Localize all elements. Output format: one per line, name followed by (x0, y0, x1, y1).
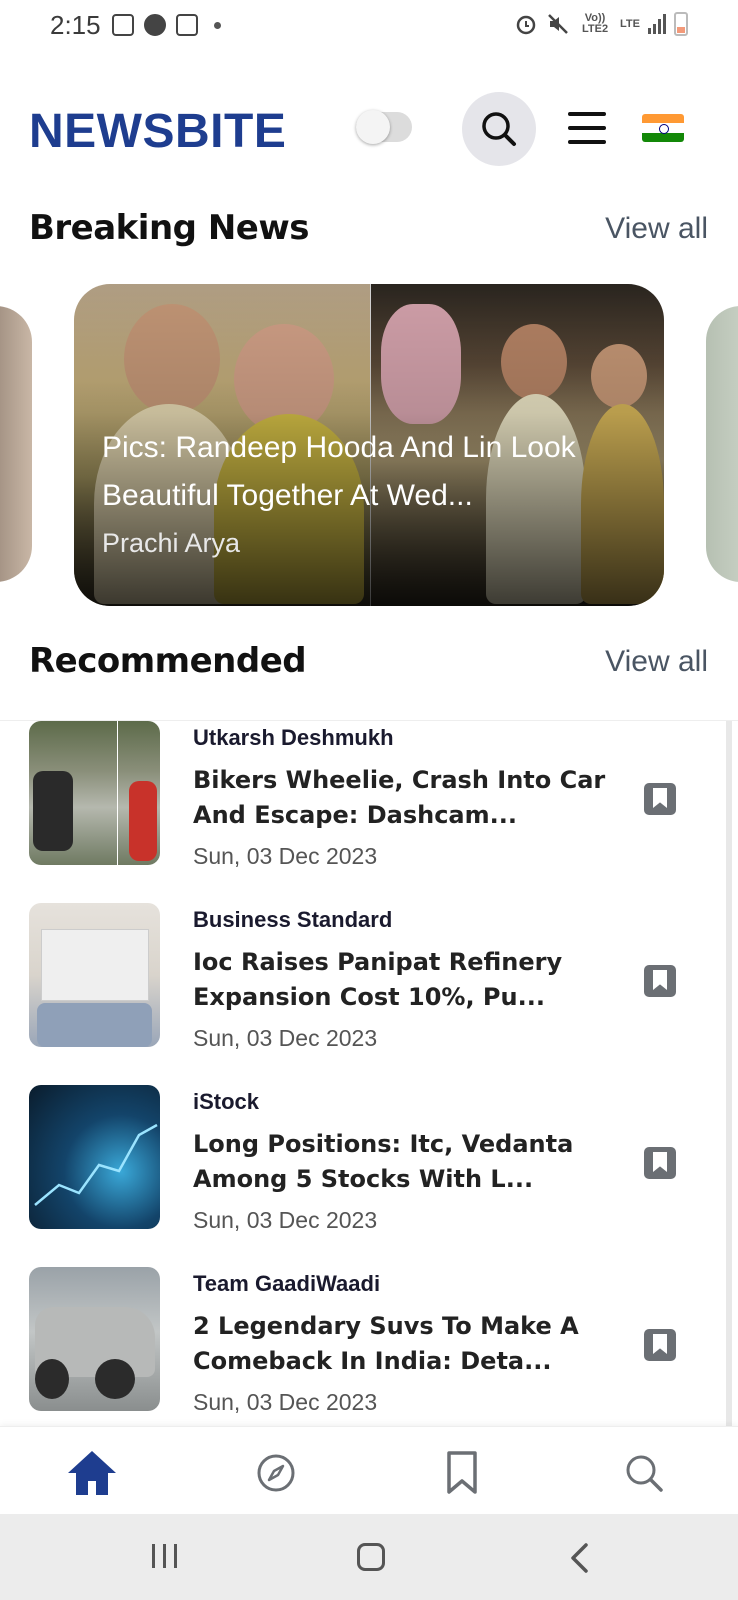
recommended-list[interactable]: Utkarsh Deshmukh Bikers Wheelie, Crash I… (0, 720, 738, 1426)
bookmark-icon[interactable] (644, 1147, 676, 1179)
carousel-next-card[interactable] (706, 306, 738, 582)
search-icon (626, 1455, 663, 1492)
battery-icon (674, 12, 688, 36)
menu-icon (568, 112, 606, 116)
article-headline[interactable]: 2 Legendary Suvs To Make A Comeback In I… (193, 1309, 613, 1379)
recommended-title: Recommended (29, 641, 307, 681)
article-thumbnail (29, 721, 160, 865)
nav-search[interactable] (616, 1445, 672, 1501)
volte-icon: Vo)) LTE2 (581, 12, 609, 35)
nav-bookmarks[interactable] (434, 1445, 490, 1501)
article-date: Sun, 03 Dec 2023 (193, 1207, 378, 1233)
article-headline[interactable]: Long Positions: Itc, Vedanta Among 5 Sto… (193, 1127, 613, 1197)
india-flag-icon[interactable] (642, 114, 684, 142)
signal-icon (648, 14, 666, 34)
article-date: Sun, 03 Dec 2023 (193, 843, 378, 869)
article-date: Sun, 03 Dec 2023 (193, 1389, 378, 1415)
recents-icon[interactable] (152, 1544, 177, 1568)
article-source: iStock (193, 1089, 260, 1114)
toggle-knob (356, 110, 390, 144)
status-time: 2:15 (50, 10, 101, 40)
app-header: NEWSBITE (0, 82, 738, 178)
bookmark-icon[interactable] (644, 1329, 676, 1361)
article-thumbnail (29, 1267, 160, 1411)
article-thumbnail (29, 1085, 160, 1229)
dot-icon (214, 21, 221, 29)
article-date: Sun, 03 Dec 2023 (193, 1025, 378, 1051)
breaking-news-title: Breaking News (29, 208, 310, 248)
article-headline[interactable]: Bikers Wheelie, Crash Into Car And Escap… (193, 763, 613, 833)
article-source: Utkarsh Deshmukh (193, 725, 394, 750)
mute-icon (548, 14, 568, 34)
status-bar: 2:15 Vo)) LTE2 LTE (0, 0, 738, 54)
system-nav-bar (0, 1514, 738, 1600)
article-source: Team GaadiWaadi (193, 1271, 381, 1296)
calculator-icon (176, 14, 198, 36)
bottom-nav (0, 1426, 738, 1514)
home-icon (68, 1451, 116, 1495)
bookmark-icon[interactable] (644, 783, 676, 815)
status-left-icons (112, 14, 221, 36)
app-logo: NEWSBITE (29, 105, 287, 158)
explore-icon (257, 1454, 295, 1492)
nav-explore[interactable] (248, 1445, 304, 1501)
home-icon[interactable] (357, 1543, 385, 1571)
scrollbar[interactable] (726, 721, 732, 1426)
back-icon[interactable] (568, 1542, 590, 1574)
a-circle-icon (144, 14, 166, 36)
nav-home[interactable] (64, 1445, 120, 1501)
breaking-card-headline[interactable]: Pics: Randeep Hooda And Lin Look Beautif… (102, 424, 642, 520)
article-source: Business Standard (193, 907, 393, 932)
breaking-card-author: Prachi Arya (102, 528, 241, 558)
list-item[interactable]: Team GaadiWaadi 2 Legendary Suvs To Make… (29, 1267, 709, 1415)
alarm-icon (516, 15, 536, 35)
status-right-icons: Vo)) LTE2 LTE (514, 12, 688, 36)
bookmark-icon (447, 1451, 477, 1494)
theme-toggle[interactable] (356, 110, 412, 144)
lte-icon: LTE (620, 17, 640, 30)
article-thumbnail (29, 903, 160, 1047)
gallery-icon (112, 14, 134, 36)
search-button[interactable] (462, 92, 536, 166)
list-item[interactable]: iStock Long Positions: Itc, Vedanta Amon… (29, 1085, 709, 1233)
list-item[interactable]: Business Standard Ioc Raises Panipat Ref… (29, 903, 709, 1051)
bookmark-icon[interactable] (644, 965, 676, 997)
breaking-news-carousel[interactable]: Pics: Randeep Hooda And Lin Look Beautif… (0, 284, 738, 606)
recommended-view-all-link[interactable]: View all (605, 645, 708, 679)
breaking-view-all-link[interactable]: View all (605, 212, 708, 246)
carousel-prev-card[interactable] (0, 306, 32, 582)
breaking-news-card[interactable]: Pics: Randeep Hooda And Lin Look Beautif… (74, 284, 664, 606)
article-headline[interactable]: Ioc Raises Panipat Refinery Expansion Co… (193, 945, 613, 1015)
menu-button[interactable] (568, 112, 606, 144)
list-item[interactable]: Utkarsh Deshmukh Bikers Wheelie, Crash I… (29, 721, 709, 869)
search-icon (482, 112, 516, 146)
